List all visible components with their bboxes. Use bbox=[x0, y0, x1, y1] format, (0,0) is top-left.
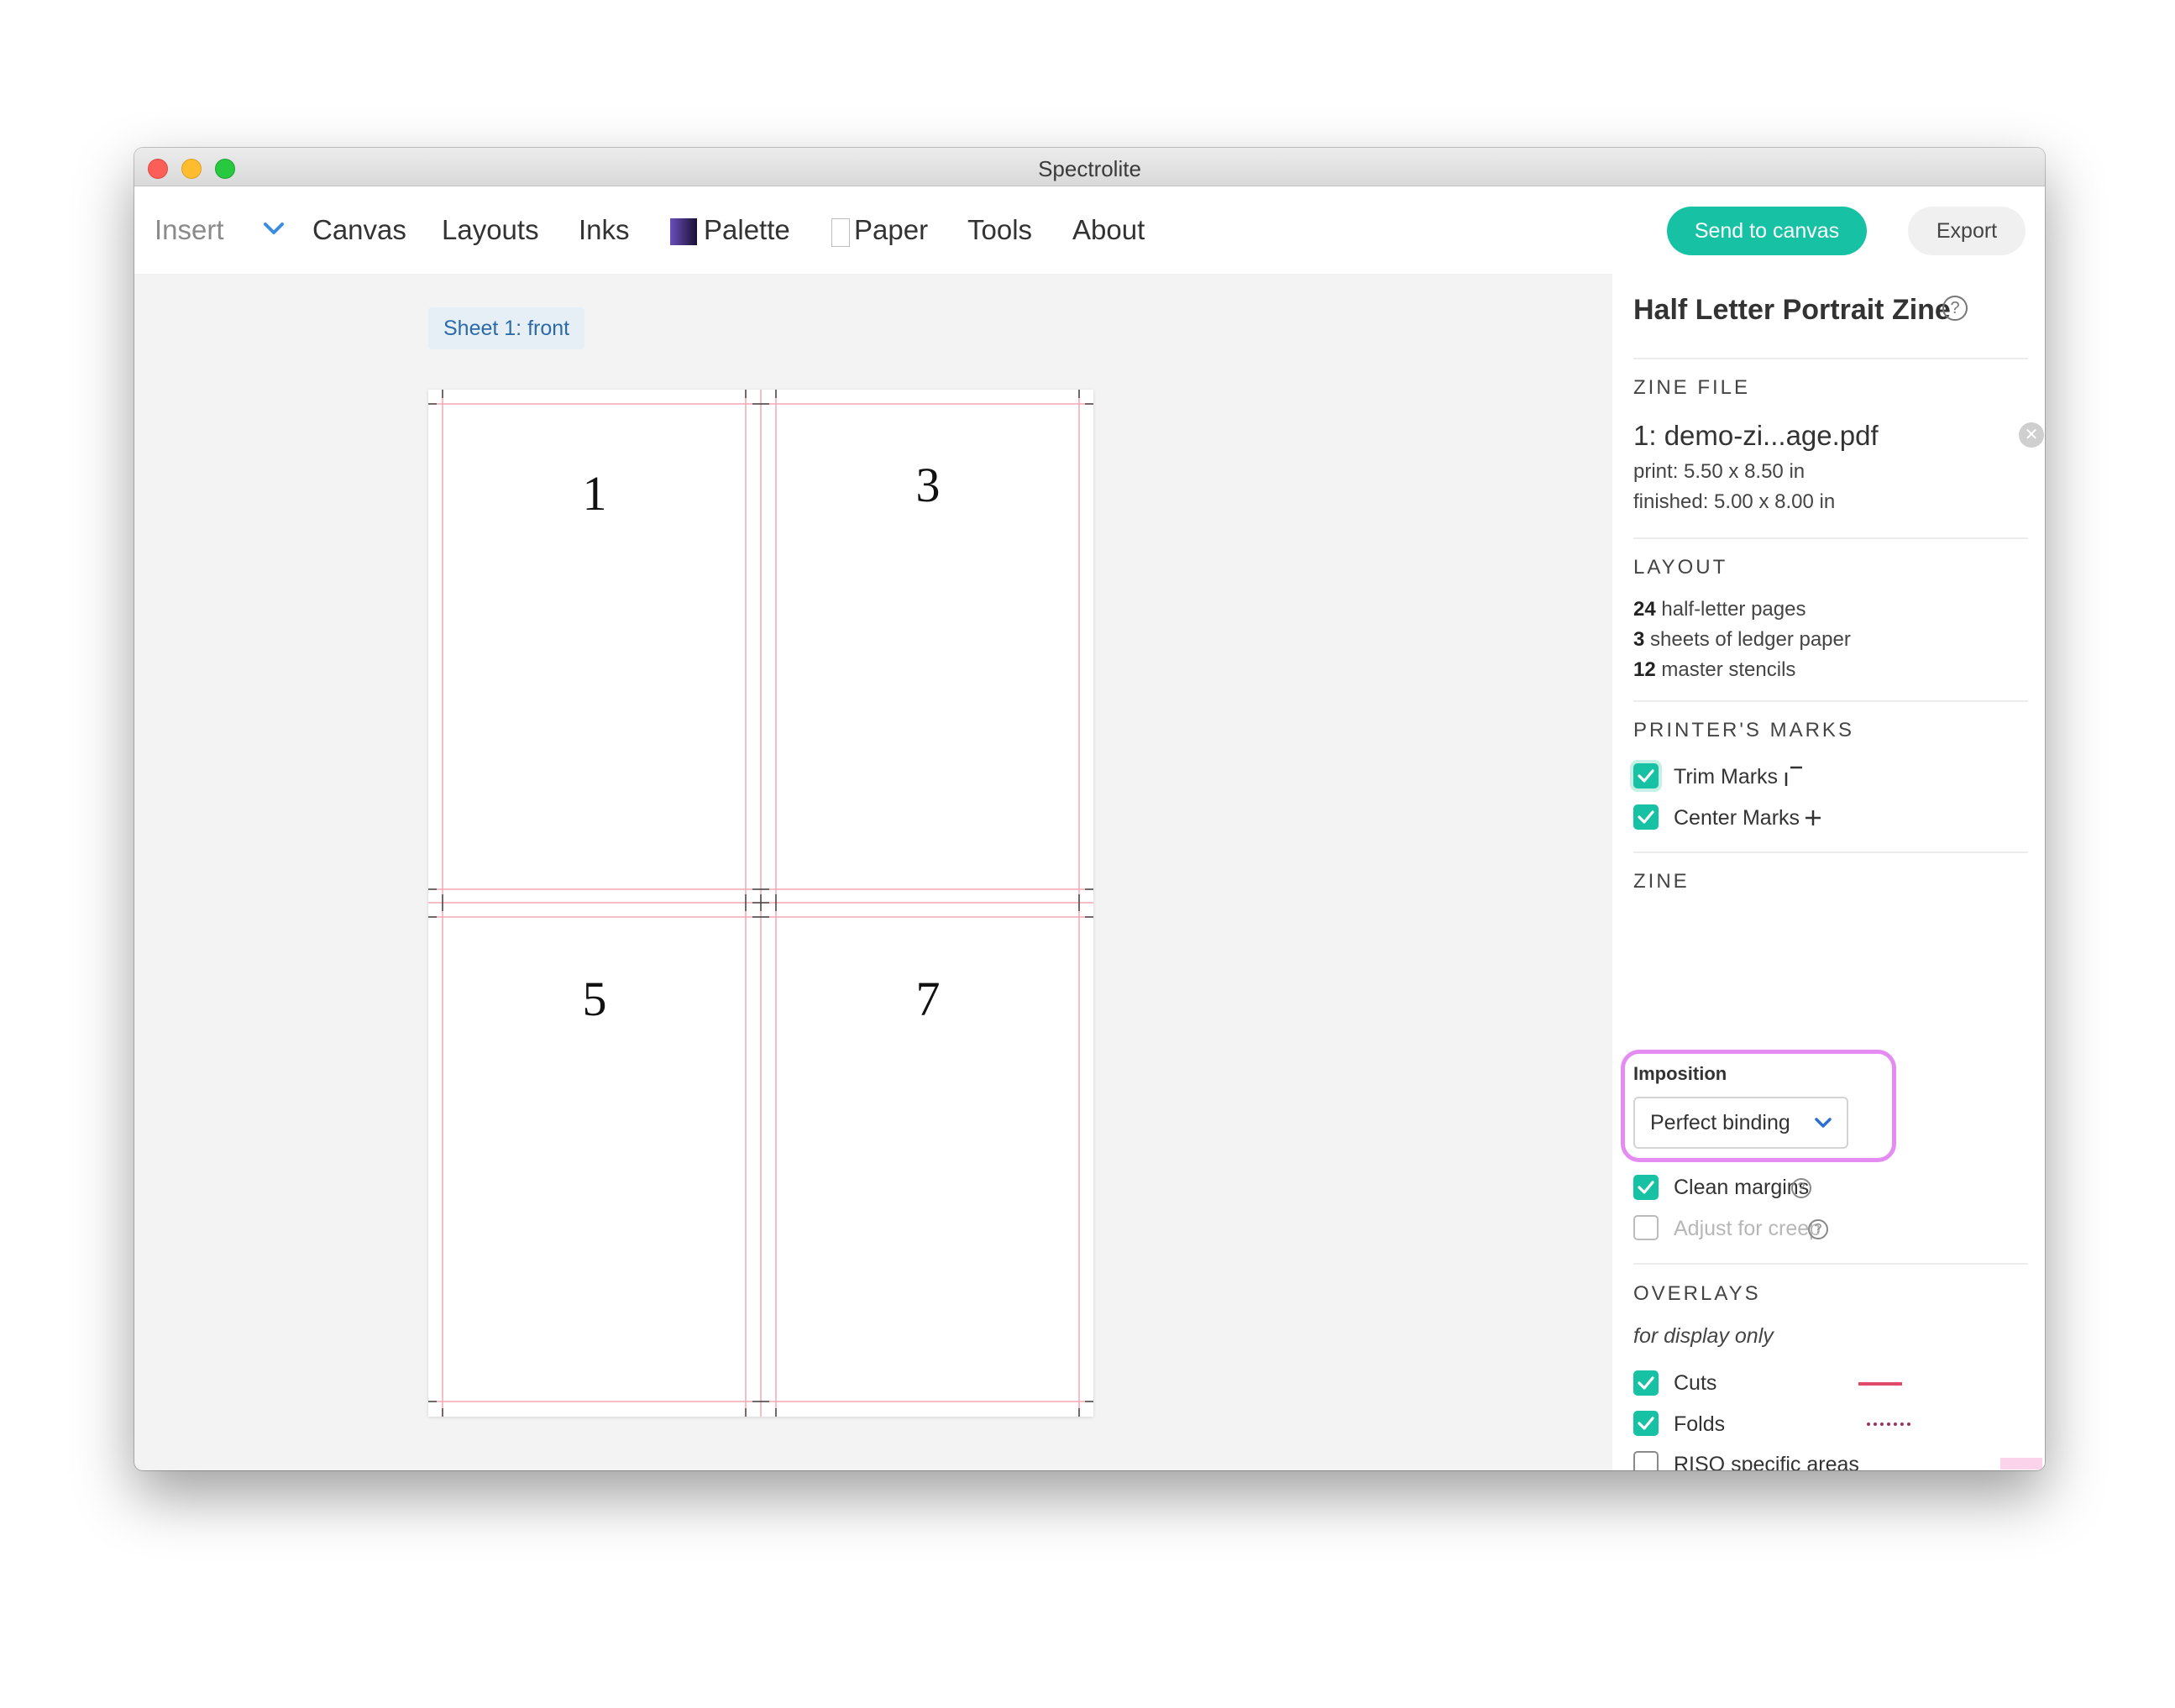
layout-sheets: 3 sheets of ledger paper bbox=[1633, 628, 1851, 651]
section-heading-overlays: OVERLAYS bbox=[1633, 1282, 1761, 1305]
imposition-label: Imposition bbox=[1633, 1063, 1727, 1084]
palette-swatch-icon bbox=[670, 218, 697, 245]
checkmark-icon bbox=[1638, 1417, 1654, 1430]
imposition-select[interactable]: Perfect binding bbox=[1633, 1097, 1848, 1149]
cut-line-icon bbox=[1858, 1382, 1902, 1386]
page-number: 5 bbox=[582, 972, 607, 1026]
export-button[interactable]: Export bbox=[1908, 207, 2026, 255]
trim-marks-checkbox[interactable] bbox=[1633, 763, 1659, 789]
sheet-label[interactable]: Sheet 1: front bbox=[428, 307, 585, 349]
section-heading-zine-file: ZINE FILE bbox=[1633, 376, 1751, 399]
clean-margins-checkbox[interactable] bbox=[1633, 1175, 1659, 1200]
page-number: 1 bbox=[582, 466, 607, 521]
menu-bar: Insert Canvas Layouts Inks Palette Paper… bbox=[134, 186, 2045, 274]
window-title: Spectrolite bbox=[1038, 156, 1141, 181]
divider bbox=[1633, 358, 2028, 359]
settings-panel: Half Letter Portrait Zine ? ZINE FILE 1:… bbox=[1612, 274, 2045, 1470]
menu-tools[interactable]: Tools bbox=[967, 186, 1032, 274]
print-size: print: 5.50 x 8.50 in bbox=[1633, 460, 1806, 483]
checkmark-icon bbox=[1638, 769, 1654, 783]
zine-file-name: 1: demo-zi...age.pdf bbox=[1633, 420, 1879, 451]
folds-label: Folds bbox=[1674, 1412, 1726, 1436]
folds-checkbox[interactable] bbox=[1633, 1411, 1659, 1436]
center-marks-label: Center Marks bbox=[1674, 806, 1800, 830]
send-to-canvas-button[interactable]: Send to canvas bbox=[1667, 207, 1867, 255]
menu-palette[interactable]: Palette bbox=[704, 186, 790, 274]
divider bbox=[1633, 700, 2028, 702]
page-number: 7 bbox=[915, 972, 941, 1026]
checkmark-icon bbox=[1638, 1376, 1654, 1390]
menu-insert-label: Insert bbox=[155, 214, 224, 245]
menu-canvas[interactable]: Canvas bbox=[312, 186, 406, 274]
adjust-for-creep-label: Adjust for creep bbox=[1674, 1217, 1821, 1240]
adjust-for-creep-checkbox[interactable] bbox=[1633, 1215, 1659, 1240]
page-number: 3 bbox=[915, 458, 941, 512]
app-window: Spectrolite Insert Canvas Layouts Inks P… bbox=[134, 148, 2045, 1470]
checkmark-icon bbox=[1638, 810, 1654, 824]
cuts-checkbox[interactable] bbox=[1633, 1370, 1659, 1396]
fold-line-icon bbox=[1867, 1422, 1910, 1426]
help-icon[interactable]: ? bbox=[1808, 1219, 1828, 1239]
menu-inks[interactable]: Inks bbox=[579, 186, 630, 274]
riso-areas-label: RISO specific areas bbox=[1674, 1453, 1859, 1470]
divider bbox=[1633, 1263, 2028, 1265]
section-heading-zine: ZINE bbox=[1633, 870, 1690, 893]
menu-about[interactable]: About bbox=[1072, 186, 1145, 274]
sheet-guides bbox=[428, 390, 1093, 1417]
trim-marks-label: Trim Marks bbox=[1674, 765, 1779, 789]
chevron-down-icon bbox=[264, 223, 284, 234]
title-bar: Spectrolite bbox=[134, 148, 2045, 186]
checkmark-icon bbox=[1638, 1181, 1654, 1194]
menu-layouts[interactable]: Layouts bbox=[442, 186, 539, 274]
menu-paper[interactable]: Paper bbox=[854, 186, 928, 274]
menu-insert[interactable]: Insert bbox=[155, 186, 284, 274]
center-mark-icon bbox=[1806, 810, 1821, 825]
panel-title: Half Letter Portrait Zine bbox=[1633, 294, 1951, 326]
remove-file-icon[interactable]: ✕ bbox=[2019, 422, 2044, 448]
trim-mark-icon bbox=[1785, 766, 1802, 786]
cuts-label: Cuts bbox=[1674, 1371, 1717, 1395]
center-marks-checkbox[interactable] bbox=[1633, 804, 1659, 830]
help-icon[interactable]: ? bbox=[1791, 1178, 1811, 1198]
chevron-down-icon bbox=[1815, 1118, 1832, 1128]
paper-swatch-icon bbox=[831, 218, 850, 247]
layout-pages: 24 half-letter pages bbox=[1633, 598, 1806, 621]
divider bbox=[1633, 851, 2028, 853]
overlays-note: for display only bbox=[1633, 1324, 1774, 1348]
riso-area-swatch-icon bbox=[2000, 1458, 2042, 1470]
section-heading-layout: LAYOUT bbox=[1633, 556, 1728, 579]
clean-margins-label: Clean margins bbox=[1674, 1176, 1810, 1199]
divider bbox=[1633, 537, 2028, 539]
layout-stencils: 12 master stencils bbox=[1633, 658, 1796, 681]
help-icon[interactable]: ? bbox=[1942, 296, 1968, 321]
sheet-preview: 1 3 5 7 bbox=[428, 390, 1093, 1417]
section-heading-printers-marks: PRINTER'S MARKS bbox=[1633, 719, 1854, 741]
imposition-value: Perfect binding bbox=[1650, 1111, 1790, 1134]
finished-size: finished: 5.00 x 8.00 in bbox=[1633, 490, 1836, 513]
riso-areas-checkbox[interactable] bbox=[1633, 1451, 1659, 1470]
